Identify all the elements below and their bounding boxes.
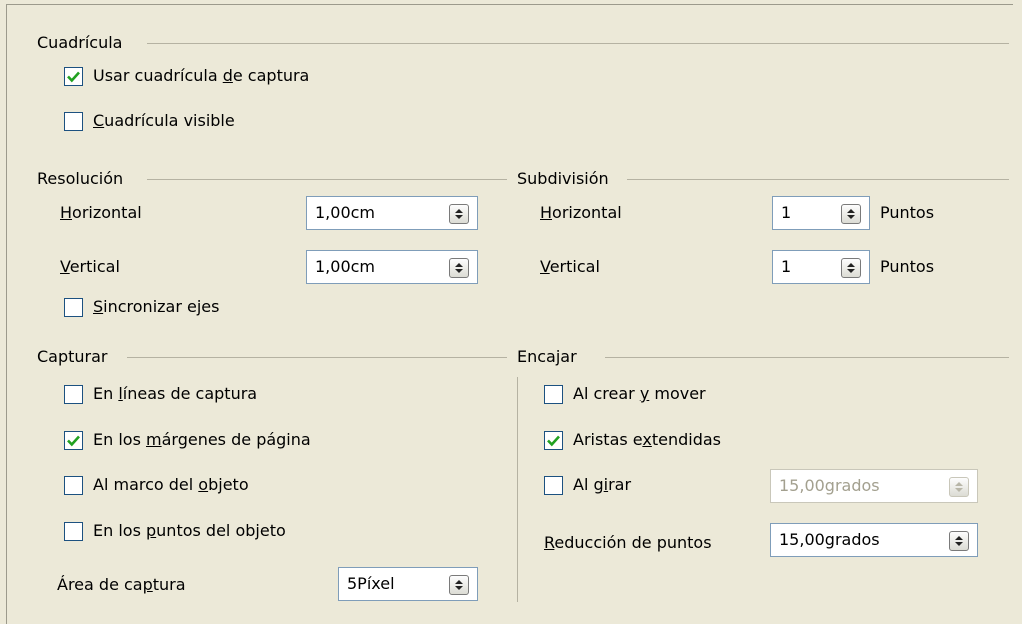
snap-lines-label: En líneas de captura xyxy=(93,384,258,403)
vertical-divider xyxy=(517,377,518,602)
subdivision-vertical-unit: Puntos xyxy=(880,257,935,276)
snap-lines-checkbox[interactable] xyxy=(64,385,83,404)
section-divider xyxy=(147,43,1009,44)
options-panel: Cuadrícula Usar cuadrícula de captura Cu… xyxy=(6,4,1013,624)
object-frame-label: Al marco del objeto xyxy=(93,475,249,494)
rotate-checkbox[interactable] xyxy=(544,476,563,495)
subdivision-horizontal-label: Horizontal xyxy=(540,203,622,222)
snap-range-field[interactable]: 5Píxel xyxy=(338,567,478,601)
page-margins-checkbox[interactable] xyxy=(64,431,83,450)
section-title-capturar: Capturar xyxy=(37,347,116,367)
snap-grid-checkbox[interactable] xyxy=(64,67,83,86)
subdivision-vertical-field[interactable]: 1 xyxy=(772,250,870,284)
page-margins-label: En los márgenes de página xyxy=(93,430,311,449)
rotate-label: Al girar xyxy=(573,475,632,494)
resolution-horizontal-label: Horizontal xyxy=(60,203,142,222)
snap-grid-label: Usar cuadrícula de captura xyxy=(93,66,310,85)
section-divider xyxy=(605,357,1009,358)
subdivision-horizontal-unit: Puntos xyxy=(880,203,935,222)
point-reduction-value: 15,00grados xyxy=(779,530,880,549)
object-frame-checkbox[interactable] xyxy=(64,476,83,495)
section-title-cuadricula: Cuadrícula xyxy=(37,33,131,53)
spin-arrows-icon[interactable] xyxy=(841,204,861,224)
resolution-horizontal-value: 1,00cm xyxy=(315,203,376,222)
sync-axes-checkbox[interactable] xyxy=(64,298,83,317)
section-title-encajar: Encajar xyxy=(517,347,585,367)
spin-arrows-icon[interactable] xyxy=(449,204,469,224)
point-reduction-field[interactable]: 15,00grados xyxy=(770,523,978,557)
subdivision-horizontal-field[interactable]: 1 xyxy=(772,196,870,230)
extended-edges-checkbox[interactable] xyxy=(544,431,563,450)
check-icon xyxy=(547,435,560,447)
section-title-resolucion: Resolución xyxy=(37,169,132,189)
sync-axes-label: Sincronizar ejes xyxy=(93,297,220,316)
section-divider xyxy=(627,179,1009,180)
snap-range-value: 5Píxel xyxy=(347,574,395,593)
spin-arrows-icon[interactable] xyxy=(449,258,469,278)
resolution-vertical-label: Vertical xyxy=(60,257,120,276)
object-points-label: En los puntos del objeto xyxy=(93,521,286,540)
section-divider xyxy=(127,357,507,358)
subdivision-vertical-value: 1 xyxy=(781,257,792,276)
point-reduction-label: Reducción de puntos xyxy=(544,533,712,552)
section-divider xyxy=(147,179,507,180)
spin-arrows-icon[interactable] xyxy=(949,531,969,551)
spin-arrows-icon[interactable] xyxy=(841,258,861,278)
check-icon xyxy=(67,71,80,83)
subdivision-horizontal-value: 1 xyxy=(781,203,792,222)
section-title-subdivision: Subdivisión xyxy=(517,169,617,189)
object-points-checkbox[interactable] xyxy=(64,522,83,541)
visible-grid-label: Cuadrícula visible xyxy=(93,111,235,130)
resolution-horizontal-field[interactable]: 1,00cm xyxy=(306,196,478,230)
visible-grid-checkbox[interactable] xyxy=(64,112,83,131)
create-move-checkbox[interactable] xyxy=(544,385,563,404)
snap-range-label: Área de captura xyxy=(57,575,186,594)
rotate-angle-field[interactable]: 15,00grados xyxy=(770,469,978,503)
rotate-angle-value: 15,00grados xyxy=(779,476,880,495)
check-icon xyxy=(67,435,80,447)
subdivision-vertical-label: Vertical xyxy=(540,257,600,276)
resolution-vertical-value: 1,00cm xyxy=(315,257,376,276)
resolution-vertical-field[interactable]: 1,00cm xyxy=(306,250,478,284)
create-move-label: Al crear y mover xyxy=(573,384,706,403)
spin-arrows-icon[interactable] xyxy=(449,575,469,595)
spin-arrows-icon[interactable] xyxy=(949,477,969,497)
extended-edges-label: Aristas extendidas xyxy=(573,430,721,449)
